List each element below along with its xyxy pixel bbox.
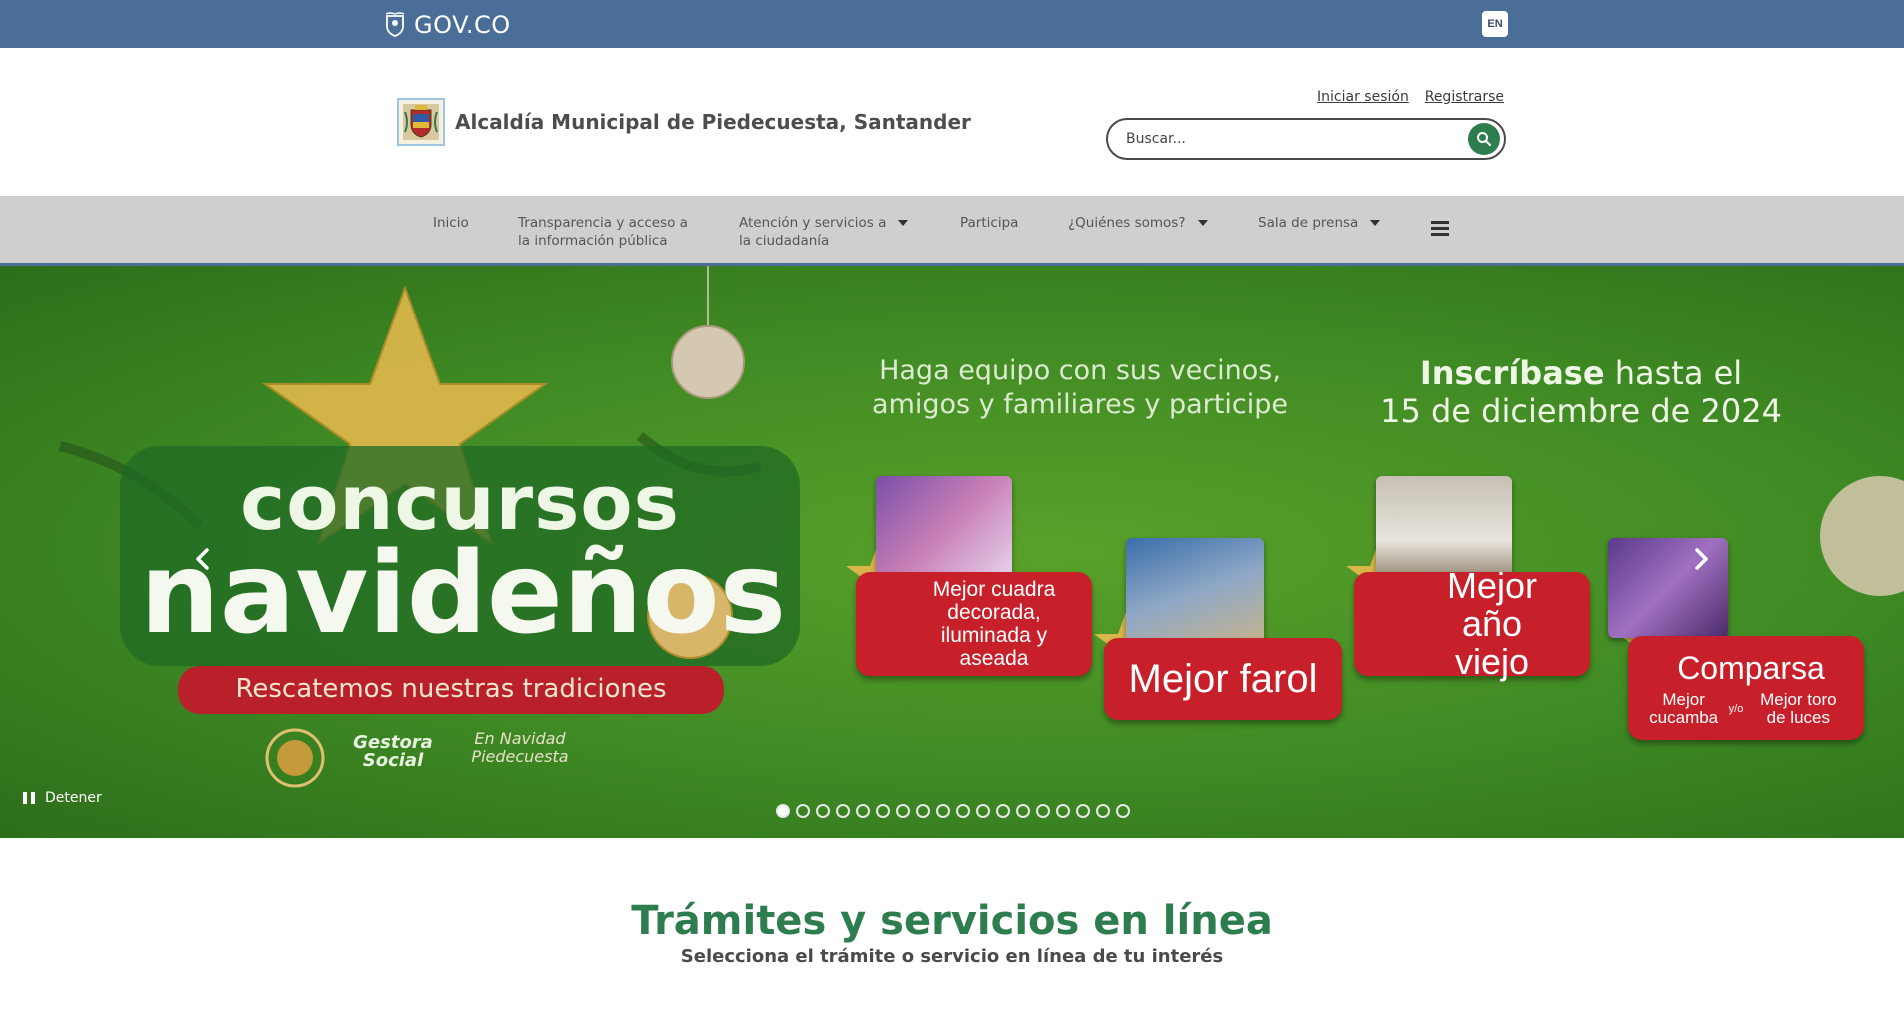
govco-logo[interactable]: GOV.CO — [384, 11, 511, 39]
carousel-dot[interactable] — [996, 804, 1010, 818]
pause-label: Detener — [45, 790, 102, 806]
language-toggle-button[interactable]: EN — [1482, 11, 1508, 37]
nav-item-label: Transparencia y acceso a — [518, 215, 688, 231]
search-button[interactable] — [1468, 123, 1500, 155]
comparsa-sub-label: Mejor cucamba — [1649, 689, 1719, 727]
chevron-right-icon — [1695, 548, 1708, 570]
nav-item-label: Participa — [960, 215, 1019, 231]
brand-tagline: Rescatemos nuestras tradiciones — [235, 674, 667, 704]
nav-item-label: ¿Quiénes somos? — [1068, 215, 1186, 231]
colombia-shield-icon — [385, 12, 405, 37]
category-photo-farol — [1126, 538, 1264, 648]
site-header: Alcaldía Municipal de Piedecuesta, Santa… — [0, 48, 1904, 196]
hamburger-menu-icon[interactable] — [1431, 221, 1449, 237]
nav-item-label: Sala de prensa — [1258, 215, 1359, 231]
banner-headline-line2: amigos y familiares y participe — [872, 389, 1288, 420]
search-icon — [1477, 132, 1492, 147]
carousel-dot[interactable] — [776, 804, 790, 818]
carousel-dot[interactable] — [856, 804, 870, 818]
carousel-dot[interactable] — [936, 804, 950, 818]
deadline-rest: hasta el — [1604, 354, 1743, 392]
comparsa-sub-label: Mejor toro de luces — [1760, 689, 1837, 727]
main-navigation: Inicio Transparencia y acceso a la infor… — [0, 196, 1904, 266]
carousel-dot[interactable] — [1096, 804, 1110, 818]
govco-logo-text: GOV.CO — [414, 11, 511, 39]
nav-item-transparencia[interactable]: Transparencia y acceso a la información … — [518, 214, 688, 250]
category-card-ano-viejo: Mejor año viejo — [1354, 567, 1590, 681]
carousel-dot[interactable] — [1116, 804, 1130, 818]
category-label: Mejor cuadra decorada, iluminada y asead… — [932, 578, 1056, 670]
nav-item-participa[interactable]: Participa — [960, 214, 1018, 232]
section-title: Trámites y servicios en línea — [631, 898, 1273, 944]
nav-item-label-line2: la ciudadanía — [739, 233, 830, 249]
comparsa-connector: y/o — [1728, 702, 1744, 715]
hero-carousel: Mejor cuadra decorada, iluminada y asead… — [0, 266, 1904, 838]
category-label: Mejor farol — [1128, 656, 1318, 701]
login-link[interactable]: Iniciar sesión — [1317, 89, 1409, 105]
nav-item-sala-de-prensa[interactable]: Sala de prensa — [1258, 214, 1381, 232]
logo-gestora-social: Gestora Social — [353, 732, 433, 771]
search-box — [1106, 118, 1506, 160]
nav-item-label: Atención y servicios a — [739, 215, 887, 231]
register-link[interactable]: Registrarse — [1425, 89, 1504, 105]
category-photo-cuadra — [876, 476, 1012, 584]
chevron-left-icon — [196, 548, 209, 570]
carousel-indicators — [776, 804, 1136, 818]
nav-item-quienes-somos[interactable]: ¿Quiénes somos? — [1068, 214, 1208, 232]
carousel-next-button[interactable] — [1686, 544, 1716, 574]
carousel-dot[interactable] — [796, 804, 810, 818]
carousel-prev-button[interactable] — [188, 544, 218, 574]
site-title[interactable]: Alcaldía Municipal de Piedecuesta, Santa… — [455, 110, 971, 134]
carousel-dot[interactable] — [916, 804, 930, 818]
caret-down-icon — [1197, 220, 1208, 226]
carousel-dot[interactable] — [836, 804, 850, 818]
banner-headline-line1: Haga equipo con sus vecinos, — [879, 355, 1281, 386]
carousel-dot[interactable] — [1036, 804, 1050, 818]
category-card-comparsa: Comparsa Mejor cucamba y/o Mejor toro de… — [1628, 636, 1864, 740]
banner-deadline: Inscríbase hasta el 15 de diciembre de 2… — [1366, 354, 1796, 430]
coat-of-arms-icon — [403, 104, 439, 140]
carousel-dot[interactable] — [976, 804, 990, 818]
carousel-dot[interactable] — [1016, 804, 1030, 818]
search-input[interactable] — [1126, 128, 1456, 150]
deadline-date: 15 de diciembre de 2024 — [1380, 392, 1782, 430]
carousel-dot[interactable] — [1076, 804, 1090, 818]
caret-down-icon — [1370, 220, 1381, 226]
category-label: Mejor año viejo — [1446, 565, 1538, 682]
nav-item-label-line2: la información pública — [518, 233, 668, 249]
carousel-dot[interactable] — [956, 804, 970, 818]
nav-item-inicio[interactable]: Inicio — [433, 214, 469, 232]
municipal-coat-of-arms-logo[interactable] — [397, 98, 445, 146]
carousel-dot[interactable] — [896, 804, 910, 818]
pause-icon — [23, 792, 35, 804]
category-card-cuadra: Mejor cuadra decorada, iluminada y asead… — [856, 572, 1092, 676]
nav-item-label: Inicio — [433, 215, 469, 231]
nav-item-atencion-servicios[interactable]: Atención y servicios a la ciudadanía — [739, 214, 909, 250]
carousel-dot[interactable] — [1056, 804, 1070, 818]
deadline-bold: Inscríbase — [1419, 354, 1605, 392]
section-subtitle: Selecciona el trámite o servicio en líne… — [680, 946, 1224, 967]
logo-navidad-piedecuesta: En Navidad Piedecuesta — [471, 729, 569, 766]
carousel-dot[interactable] — [876, 804, 890, 818]
brand-navidenos: navideños — [140, 529, 787, 659]
category-card-farol: Mejor farol — [1104, 638, 1342, 720]
banner-headline: Haga equipo con sus vecinos, amigos y fa… — [850, 354, 1310, 422]
carousel-dot[interactable] — [816, 804, 830, 818]
caret-down-icon — [898, 220, 909, 226]
category-label: Comparsa — [1677, 649, 1825, 686]
account-links: Iniciar sesión Registrarse — [1305, 88, 1504, 105]
carousel-pause-button[interactable]: Detener — [23, 790, 102, 806]
govco-bar: GOV.CO EN — [0, 0, 1904, 48]
